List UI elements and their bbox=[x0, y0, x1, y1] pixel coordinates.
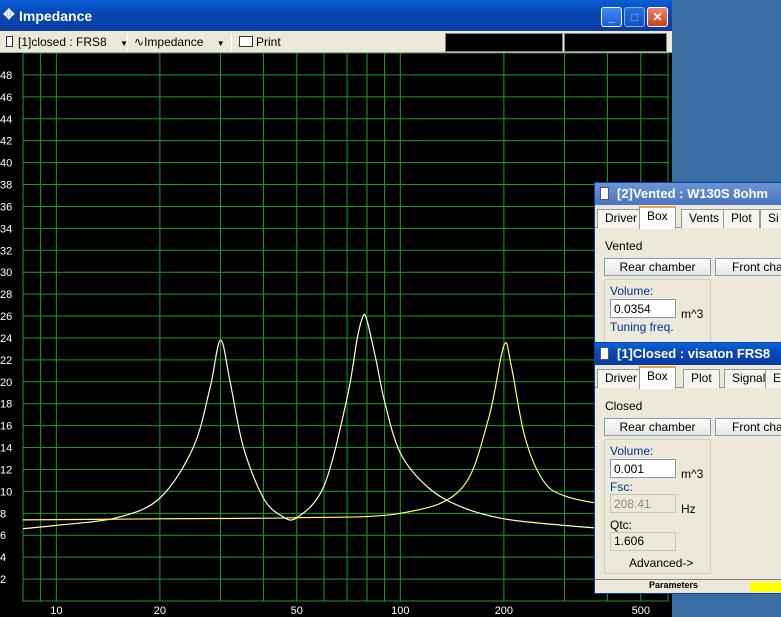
y-tick-label: 26 bbox=[0, 311, 12, 323]
x-tick-label: 200 bbox=[495, 605, 513, 617]
y-tick-label: 18 bbox=[0, 399, 12, 411]
box-icon bbox=[600, 347, 609, 360]
tab-driver[interactable]: Driver bbox=[597, 209, 645, 228]
printer-icon bbox=[239, 36, 253, 47]
y-tick-label: 22 bbox=[0, 355, 12, 367]
tuning-freq-label: Tuning freq. bbox=[610, 320, 674, 334]
y-tick-label: 20 bbox=[0, 377, 12, 389]
tab-plot[interactable]: Plot bbox=[723, 209, 760, 228]
impedance-window: ✥ Impedance _ □ ✕ [1]closed : FRS8 ▼ ∿Im… bbox=[0, 0, 672, 617]
rear-chamber-button[interactable]: Rear chamber bbox=[604, 258, 711, 276]
print-button[interactable]: Print bbox=[239, 34, 281, 51]
impedance-curve-icon: ∿ bbox=[134, 35, 145, 49]
closed-tabs: Driver Box Plot Signal Et bbox=[595, 366, 781, 389]
project-icon bbox=[6, 36, 13, 47]
x-tick-label: 20 bbox=[154, 605, 166, 617]
status-indicator bbox=[750, 582, 781, 592]
tab-plot[interactable]: Plot bbox=[683, 369, 720, 388]
box-type-label: Vented bbox=[605, 239, 643, 253]
readout-box-1 bbox=[445, 33, 563, 52]
vented-window-titlebar[interactable]: [2]Vented : W130S 8ohm bbox=[595, 183, 781, 205]
tab-et[interactable]: Et bbox=[765, 369, 781, 388]
readout-box-2 bbox=[564, 33, 667, 52]
print-label: Print bbox=[256, 35, 281, 49]
fsc-label: Fsc: bbox=[610, 480, 633, 494]
vented-box-window: [2]Vented : W130S 8ohm Driver Box Vents … bbox=[594, 182, 781, 349]
y-tick-label: 8 bbox=[0, 508, 6, 520]
window-title: Impedance bbox=[19, 8, 93, 24]
qtc-label: Qtc: bbox=[610, 518, 633, 532]
vented-window-title: [2]Vented : W130S 8ohm bbox=[617, 186, 768, 201]
y-tick-label: 34 bbox=[0, 223, 12, 235]
fsc-unit: Hz bbox=[681, 502, 696, 516]
toolbar: [1]closed : FRS8 ▼ ∿Impedance ▼ Print bbox=[0, 31, 672, 53]
y-tick-label: 46 bbox=[0, 92, 12, 104]
y-tick-label: 32 bbox=[0, 245, 12, 257]
box-type-label: Closed bbox=[605, 399, 643, 413]
vented-tabs: Driver Box Vents Plot Si bbox=[595, 206, 781, 229]
y-tick-label: 16 bbox=[0, 421, 12, 433]
x-tick-label: 50 bbox=[291, 605, 303, 617]
front-chamber-button[interactable]: Front chan bbox=[715, 418, 781, 436]
y-tick-label: 14 bbox=[0, 443, 12, 455]
toolbar-separator bbox=[127, 34, 128, 51]
tab-box[interactable]: Box bbox=[639, 366, 676, 389]
graph-select[interactable]: ∿Impedance ▼ bbox=[134, 34, 225, 51]
x-tick-label: 500 bbox=[632, 605, 650, 617]
close-button[interactable]: ✕ bbox=[647, 7, 668, 27]
y-tick-label: 24 bbox=[0, 333, 12, 345]
y-tick-label: 30 bbox=[0, 267, 12, 279]
tab-si[interactable]: Si bbox=[760, 209, 781, 228]
volume-unit: m^3 bbox=[681, 307, 704, 321]
y-tick-label: 10 bbox=[0, 486, 12, 498]
tab-vents[interactable]: Vents bbox=[681, 209, 728, 228]
closed-box-window: [1]Closed : visaton FRS8 Driver Box Plot… bbox=[594, 342, 781, 594]
volume-label: Volume: bbox=[610, 284, 654, 298]
fsc-input bbox=[610, 494, 676, 513]
rear-chamber-button[interactable]: Rear chamber bbox=[604, 418, 711, 436]
minimize-button[interactable]: _ bbox=[601, 7, 622, 27]
impedance-curve-2 bbox=[22, 342, 669, 521]
project-select-value: [1]closed : FRS8 bbox=[18, 35, 107, 49]
y-tick-label: 40 bbox=[0, 158, 12, 170]
x-tick-label: 100 bbox=[391, 605, 409, 617]
status-bar: Parameters bbox=[595, 579, 781, 593]
volume-unit: m^3 bbox=[681, 467, 704, 481]
y-tick-label: 48 bbox=[0, 70, 12, 82]
volume-input[interactable] bbox=[610, 299, 676, 318]
impedance-chart: 2468101214161820222426283032343638404244… bbox=[0, 53, 669, 617]
project-select[interactable]: [1]closed : FRS8 ▼ bbox=[6, 34, 128, 51]
volume-label: Volume: bbox=[610, 444, 654, 458]
y-tick-label: 44 bbox=[0, 114, 12, 126]
status-label: Parameters bbox=[649, 580, 699, 590]
y-tick-label: 36 bbox=[0, 201, 12, 213]
front-chamber-button[interactable]: Front chan bbox=[715, 258, 781, 276]
window-titlebar[interactable]: ✥ Impedance _ □ ✕ bbox=[0, 0, 672, 32]
y-tick-label: 4 bbox=[0, 552, 6, 564]
impedance-curve-1 bbox=[22, 313, 669, 533]
y-tick-label: 2 bbox=[0, 574, 6, 586]
tab-driver[interactable]: Driver bbox=[597, 369, 645, 388]
y-tick-label: 6 bbox=[0, 530, 6, 542]
tab-box[interactable]: Box bbox=[639, 206, 676, 229]
x-tick-label: 10 bbox=[50, 605, 62, 617]
graph-select-value: Impedance bbox=[144, 35, 204, 49]
volume-input[interactable] bbox=[610, 459, 676, 478]
toolbar-separator bbox=[231, 34, 232, 51]
y-tick-label: 42 bbox=[0, 136, 12, 148]
y-tick-label: 28 bbox=[0, 289, 12, 301]
qtc-value: 1.606 bbox=[610, 532, 676, 551]
closed-window-titlebar[interactable]: [1]Closed : visaton FRS8 bbox=[595, 343, 781, 365]
app-crosshair-icon: ✥ bbox=[3, 6, 15, 22]
y-tick-label: 12 bbox=[0, 464, 12, 476]
advanced-button[interactable]: Advanced-> bbox=[629, 556, 693, 570]
chevron-down-icon: ▼ bbox=[216, 39, 225, 48]
closed-window-title: [1]Closed : visaton FRS8 bbox=[617, 346, 771, 361]
impedance-plot[interactable]: 2 4 6 8 10 12 14 16 18 20 22 24 26 28 30 32 34 36 38 40 42 44… bbox=[0, 53, 672, 617]
box-icon bbox=[600, 187, 609, 200]
maximize-button[interactable]: □ bbox=[624, 7, 645, 27]
y-tick-label: 38 bbox=[0, 180, 12, 192]
